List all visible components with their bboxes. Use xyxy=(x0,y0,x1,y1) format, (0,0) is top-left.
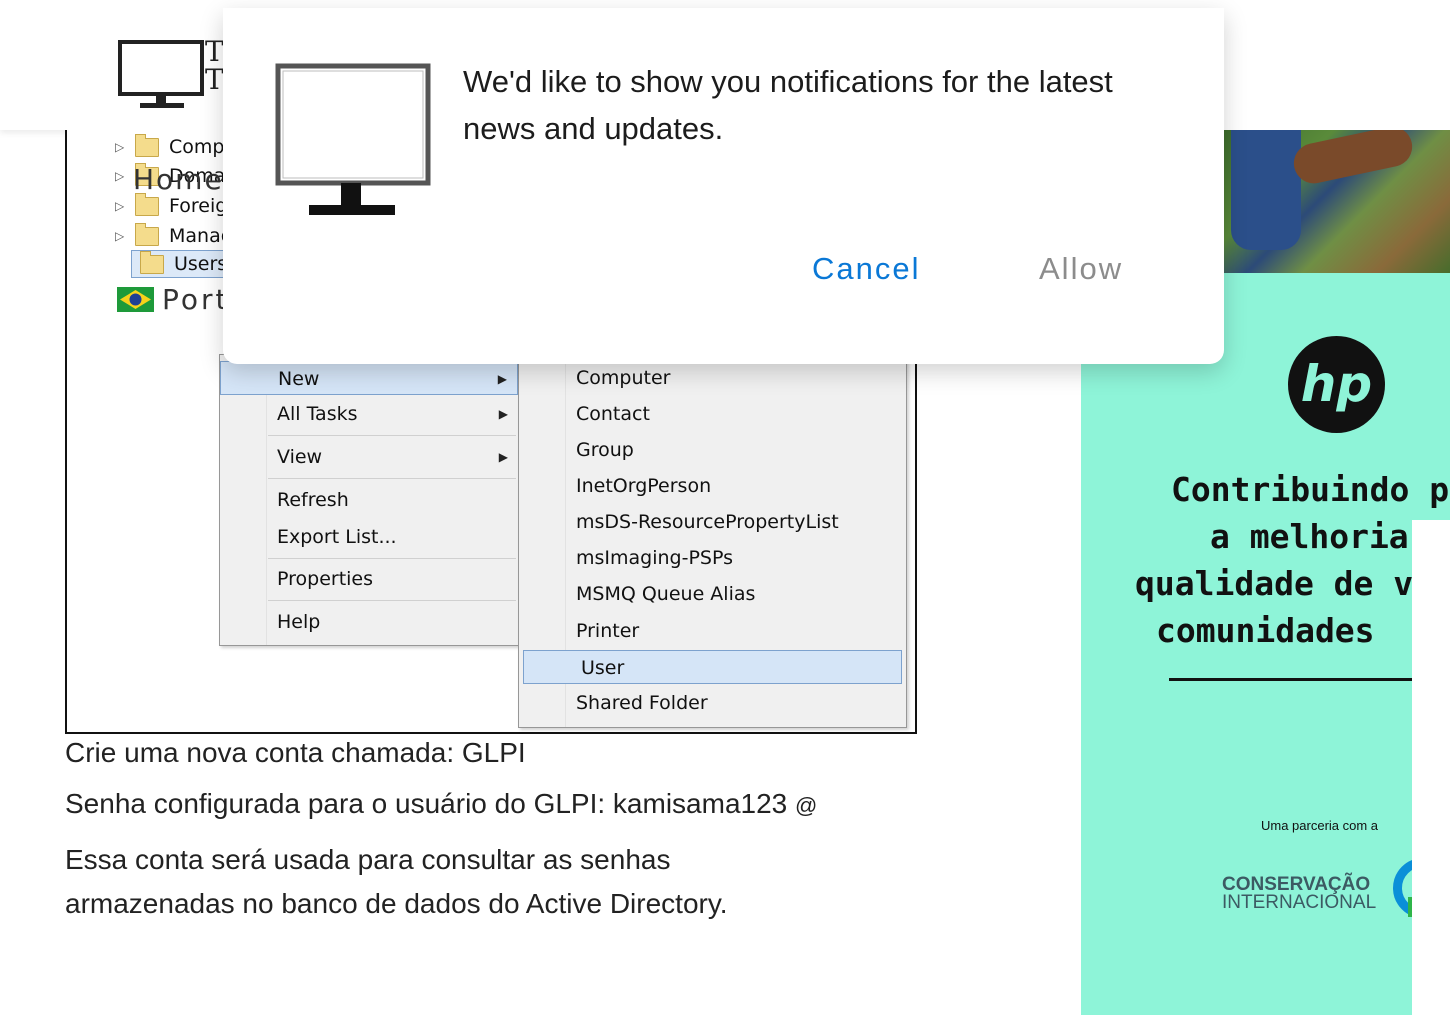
allow-button[interactable]: Allow xyxy=(1039,244,1123,294)
submenu-item-inetorgperson: InetOrgPerson xyxy=(576,475,712,497)
submenu-arrow-icon: ▶ xyxy=(498,407,508,421)
monitor-icon xyxy=(275,63,431,215)
ad-partner-text: Uma parceria com a xyxy=(1261,818,1379,833)
tree-item: ▷ Manag xyxy=(115,222,233,250)
hp-logo-icon: hp xyxy=(1288,336,1385,433)
ad-photo-person xyxy=(1231,130,1301,250)
tree-item-label: Comp xyxy=(169,136,225,158)
menu-separator xyxy=(268,478,516,479)
nav-home-link[interactable]: Home xyxy=(133,163,224,196)
submenu-item-user: User xyxy=(523,650,902,684)
ad-divider xyxy=(1169,678,1429,681)
ad-cutout xyxy=(1412,520,1450,1015)
submenu-item-shared-folder: Shared Folder xyxy=(576,692,708,714)
notification-message: We'd like to show you notifications for … xyxy=(463,64,1113,146)
folder-icon xyxy=(135,192,159,216)
conservacao-internacional-logo: CONSERVAÇÃO INTERNACIONAL xyxy=(1222,875,1377,913)
ad-photo xyxy=(1223,130,1450,273)
expand-arrow-icon: ▷ xyxy=(115,169,125,183)
brazil-flag-icon xyxy=(117,287,154,312)
submenu-arrow-icon: ▶ xyxy=(497,372,507,386)
password-text: Senha configurada para o usuário do GLPI… xyxy=(65,788,796,819)
ad-headline-line: Contribuindo p xyxy=(1171,470,1450,509)
menu-item-help: Help xyxy=(277,611,321,633)
ad-headline-line: a melhoria xyxy=(1210,517,1409,556)
submenu-item-group: Group xyxy=(576,439,634,461)
org-name-line: INTERNACIONAL xyxy=(1222,892,1377,913)
article-paragraph: Essa conta será usada para consultar as … xyxy=(65,844,728,919)
folder-icon xyxy=(140,250,164,274)
menu-item-new: New ▶ xyxy=(220,361,518,395)
hp-logo-text: hp xyxy=(1300,355,1373,413)
submenu-arrow-icon: ▶ xyxy=(498,450,508,464)
article-paragraph: Senha configurada para o usuário do GLPI… xyxy=(65,788,817,820)
menu-item-refresh: Refresh xyxy=(277,489,349,511)
folder-icon xyxy=(135,222,159,246)
expand-arrow-icon: ▷ xyxy=(115,229,125,243)
expand-arrow-icon: ▷ xyxy=(115,199,125,213)
at-symbol: @ xyxy=(795,793,818,818)
language-label: Port xyxy=(162,283,230,316)
folder-icon xyxy=(135,133,159,157)
cancel-button[interactable]: Cancel xyxy=(812,244,921,294)
tree-item: ▷ Comp xyxy=(115,133,224,161)
tree-item-label: Users xyxy=(174,253,228,275)
menu-item-all-tasks: All Tasks ▶ xyxy=(220,397,518,431)
article-paragraph: Crie uma nova conta chamada: GLPI xyxy=(65,737,526,768)
menu-separator xyxy=(268,558,516,559)
menu-item-export-list: Export List... xyxy=(277,526,397,548)
tree-item-selected: Users xyxy=(131,250,235,278)
tree-selection: Users xyxy=(131,250,235,278)
ad-headline-line: qualidade de vi xyxy=(1135,564,1434,603)
menu-item-label: View xyxy=(277,446,323,468)
logo-text[interactable]: T T xyxy=(205,38,225,94)
menu-item-view: View ▶ xyxy=(220,440,518,474)
menu-separator xyxy=(268,600,516,601)
tree-item: ▷ Foreig xyxy=(115,192,227,220)
context-menu: New ▶ All Tasks ▶ View ▶ Refresh Export … xyxy=(219,354,519,646)
notification-prompt: We'd like to show you notifications for … xyxy=(223,8,1224,364)
ad-photo-branch xyxy=(1290,130,1416,188)
expand-arrow-icon: ▷ xyxy=(115,140,125,154)
menu-separator xyxy=(268,435,516,436)
submenu-item-printer: Printer xyxy=(576,620,640,642)
tree-item-label: Foreig xyxy=(169,195,228,217)
submenu-item-msmq-queue-alias: MSMQ Queue Alias xyxy=(576,583,756,605)
submenu-item-contact: Contact xyxy=(576,403,650,425)
submenu-item-msds-resourcepropertylist: msDS-ResourcePropertyList xyxy=(576,511,839,533)
menu-item-label: New xyxy=(278,368,320,390)
submenu-item-computer: Computer xyxy=(576,367,671,389)
submenu-item-msimaging-psps: msImaging-PSPs xyxy=(576,547,734,569)
menu-item-label: All Tasks xyxy=(277,403,358,425)
menu-item-properties: Properties xyxy=(277,568,374,590)
language-selector[interactable]: Port xyxy=(117,283,230,316)
new-submenu: Computer Contact Group InetOrgPerson msD… xyxy=(518,354,907,728)
ad-headline-line: comunidades xyxy=(1156,611,1375,650)
